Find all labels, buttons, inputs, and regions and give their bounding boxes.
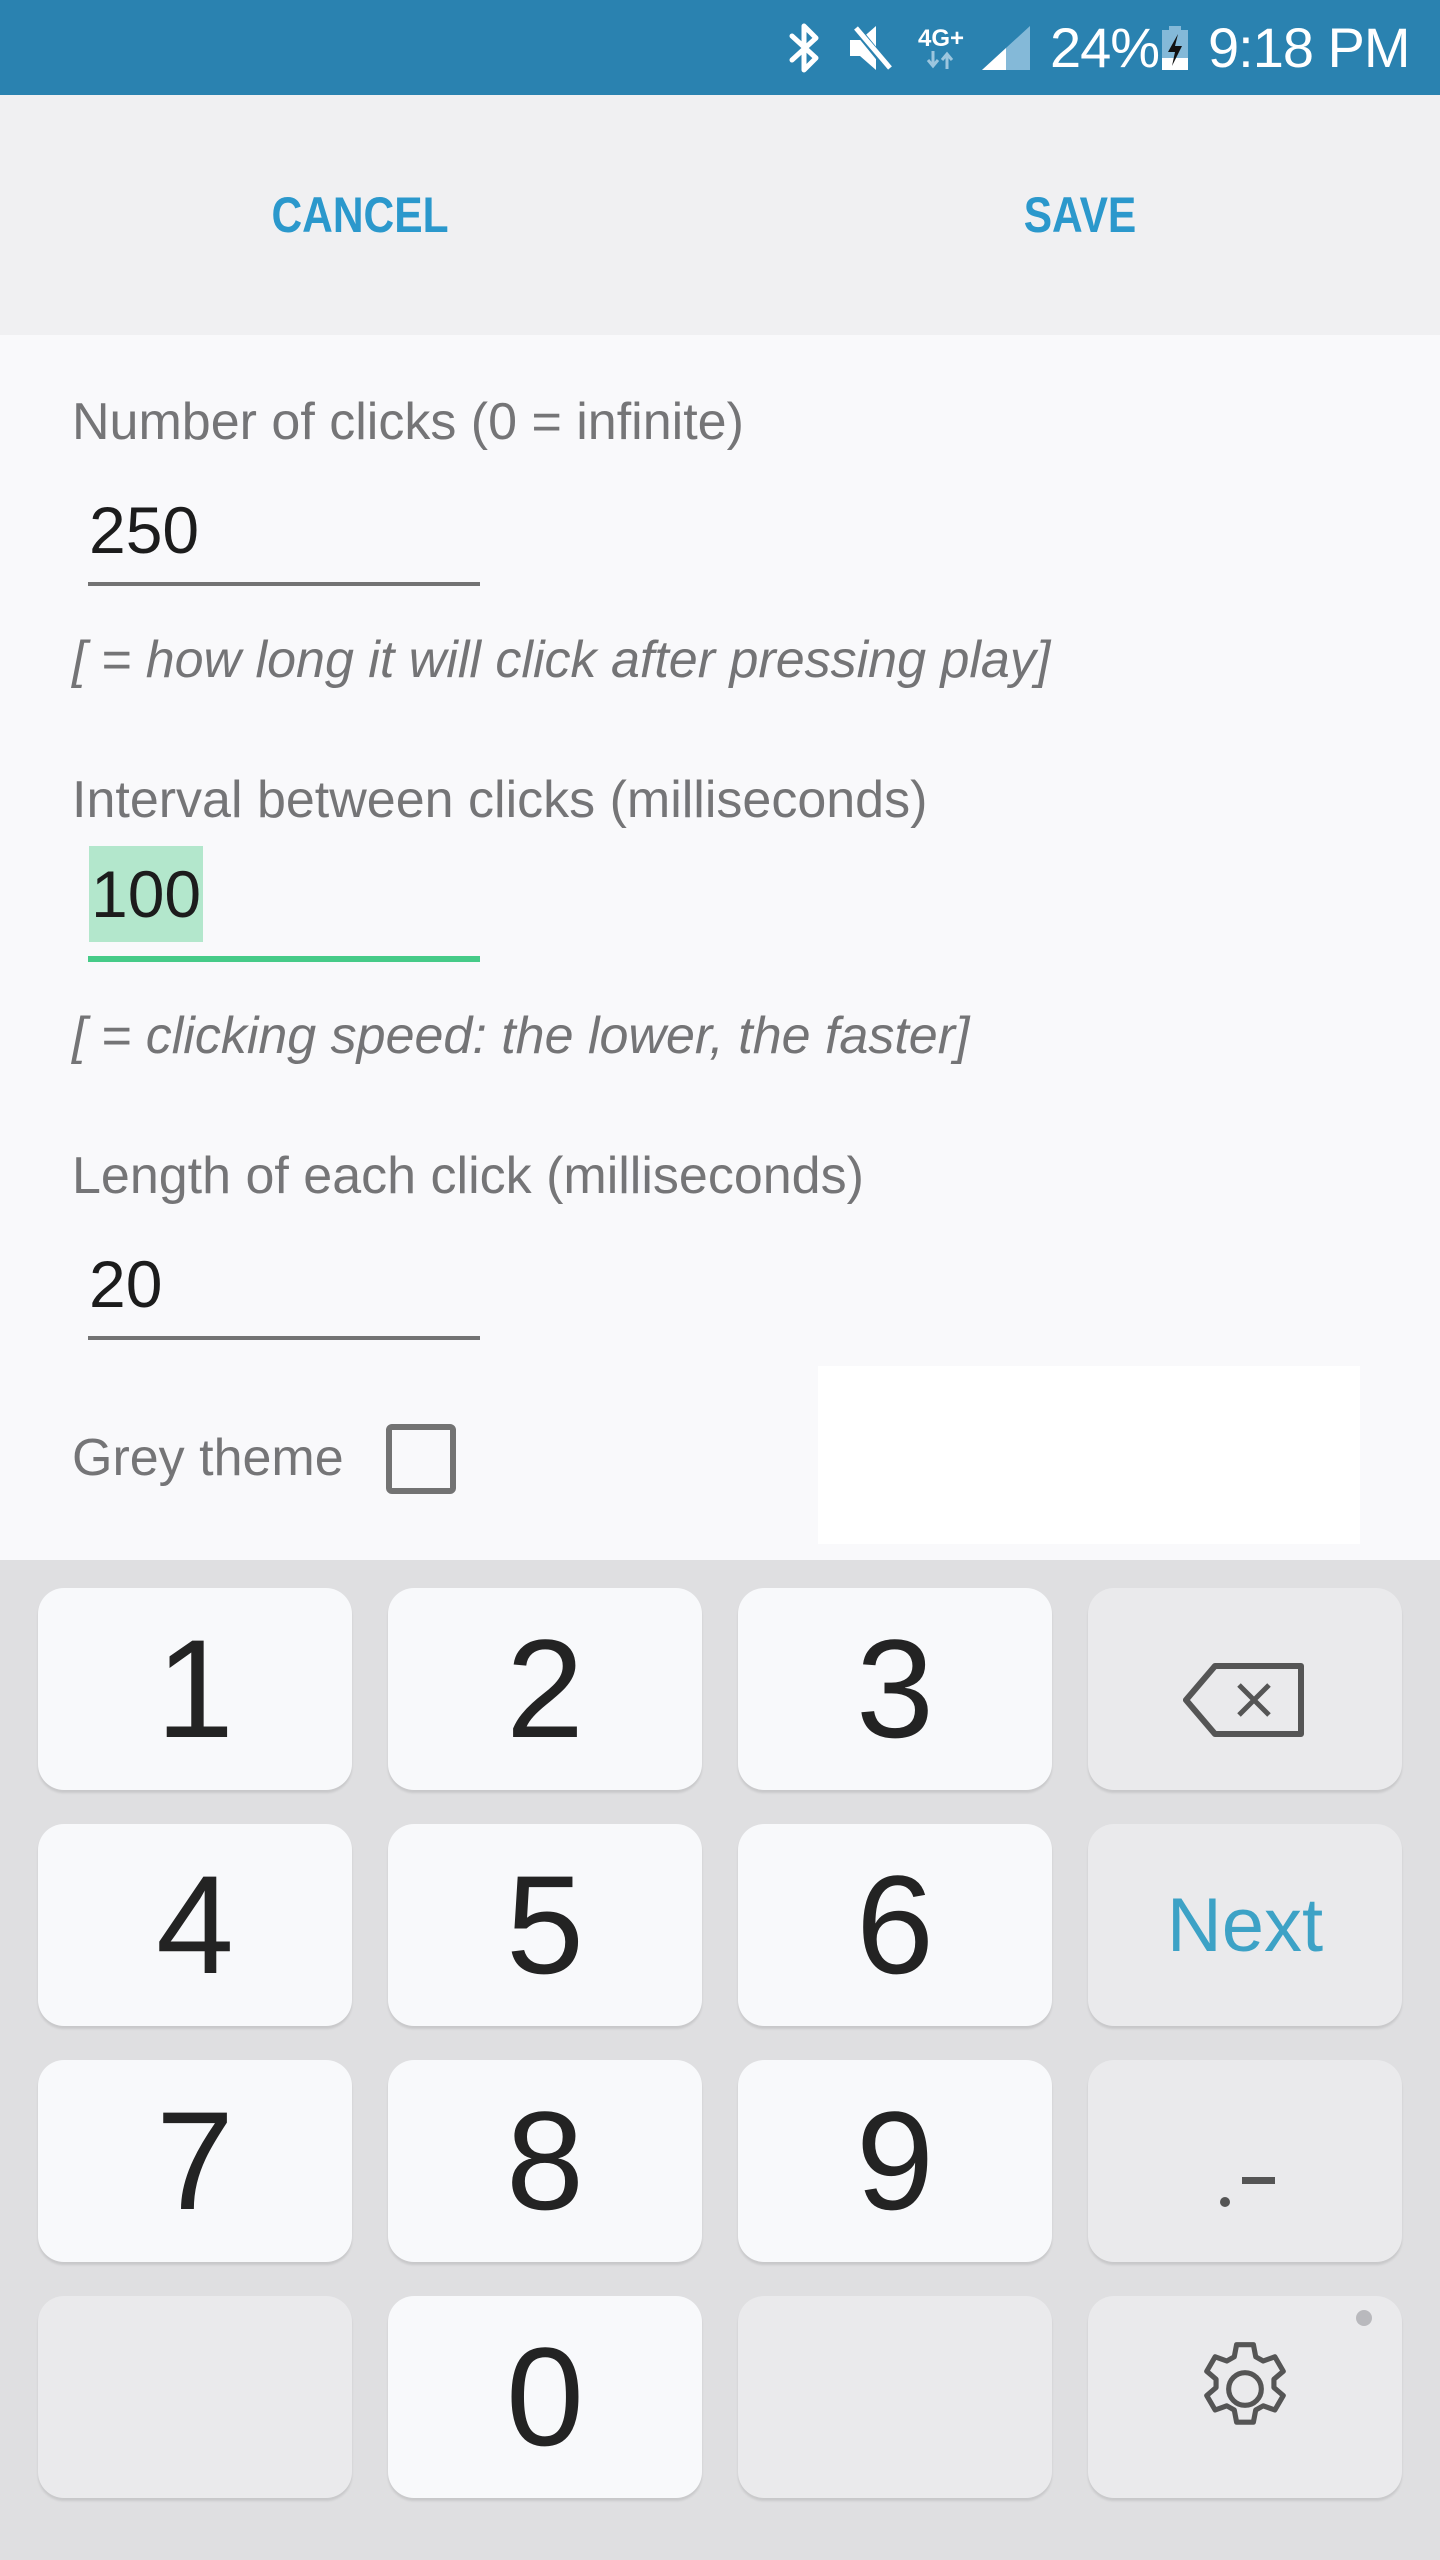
cancel-button[interactable]: CANCEL bbox=[54, 95, 666, 335]
key-label: 1 bbox=[156, 1610, 234, 1767]
battery-percent: 24% bbox=[1050, 16, 1160, 79]
clicks-label: Number of clicks (0 = infinite) bbox=[72, 393, 744, 451]
blank-key-right[interactable] bbox=[738, 2296, 1052, 2498]
backspace-key[interactable] bbox=[1088, 1588, 1402, 1790]
key-9[interactable]: 9 bbox=[738, 2060, 1052, 2262]
save-button[interactable]: SAVE bbox=[774, 95, 1386, 335]
blank-panel bbox=[818, 1366, 1360, 1544]
key-7[interactable]: 7 bbox=[38, 2060, 352, 2262]
key-label: 5 bbox=[506, 1846, 584, 2003]
key-label: 0 bbox=[506, 2318, 584, 2475]
network-4g-plus-icon: 4G+ bbox=[918, 0, 964, 95]
length-input[interactable]: 20 bbox=[88, 1230, 480, 1340]
interval-hint: [ = clicking speed: the lower, the faste… bbox=[72, 1007, 970, 1065]
length-label: Length of each click (milliseconds) bbox=[72, 1147, 864, 1205]
grey-theme-label: Grey theme bbox=[72, 1429, 344, 1487]
key-4[interactable]: 4 bbox=[38, 1824, 352, 2026]
key-label: 8 bbox=[506, 2082, 584, 2239]
backspace-icon bbox=[1183, 1608, 1307, 1770]
interval-input[interactable]: 100 bbox=[88, 846, 480, 962]
key-label: 9 bbox=[856, 2082, 934, 2239]
key-label: 6 bbox=[856, 1846, 934, 2003]
key-8[interactable]: 8 bbox=[388, 2060, 702, 2262]
key-label: 4 bbox=[156, 1846, 234, 2003]
dot-minus-icon bbox=[1215, 2080, 1276, 2242]
interval-value: 100 bbox=[89, 846, 204, 942]
settings-icon bbox=[1189, 2316, 1301, 2478]
indicator-dot bbox=[1356, 2310, 1372, 2326]
clicks-input[interactable]: 250 bbox=[88, 476, 480, 586]
signal-icon bbox=[980, 0, 1032, 95]
clock: 9:18 PM bbox=[1208, 16, 1411, 79]
key-2[interactable]: 2 bbox=[388, 1588, 702, 1790]
battery-charging-icon bbox=[1160, 0, 1190, 95]
next-label: Next bbox=[1166, 1882, 1324, 1968]
key-label: 3 bbox=[856, 1610, 934, 1767]
action-bar: CANCEL SAVE bbox=[0, 95, 1440, 335]
grey-theme-checkbox[interactable] bbox=[386, 1424, 456, 1494]
key-label: 2 bbox=[506, 1610, 584, 1767]
numeric-keyboard: 1 2 3 4 5 6 Next 7 8 9 0 bbox=[0, 1560, 1440, 2560]
mute-icon bbox=[846, 0, 896, 95]
interval-label: Interval between clicks (milliseconds) bbox=[72, 771, 928, 829]
settings-key[interactable] bbox=[1088, 2296, 1402, 2498]
key-6[interactable]: 6 bbox=[738, 1824, 1052, 2026]
length-value: 20 bbox=[89, 1247, 163, 1321]
dot-minus-key[interactable] bbox=[1088, 2060, 1402, 2262]
clicks-value: 250 bbox=[89, 493, 200, 567]
next-key[interactable]: Next bbox=[1088, 1824, 1402, 2026]
network-label: 4G+ bbox=[918, 24, 965, 52]
clicks-hint: [ = how long it will click after pressin… bbox=[72, 631, 1051, 689]
key-label: 7 bbox=[156, 2082, 234, 2239]
blank-key-left[interactable] bbox=[38, 2296, 352, 2498]
status-bar: 4G+ 24% 9:18 PM bbox=[0, 0, 1440, 95]
bluetooth-icon bbox=[786, 0, 822, 95]
key-0[interactable]: 0 bbox=[388, 2296, 702, 2498]
key-3[interactable]: 3 bbox=[738, 1588, 1052, 1790]
key-5[interactable]: 5 bbox=[388, 1824, 702, 2026]
key-1[interactable]: 1 bbox=[38, 1588, 352, 1790]
